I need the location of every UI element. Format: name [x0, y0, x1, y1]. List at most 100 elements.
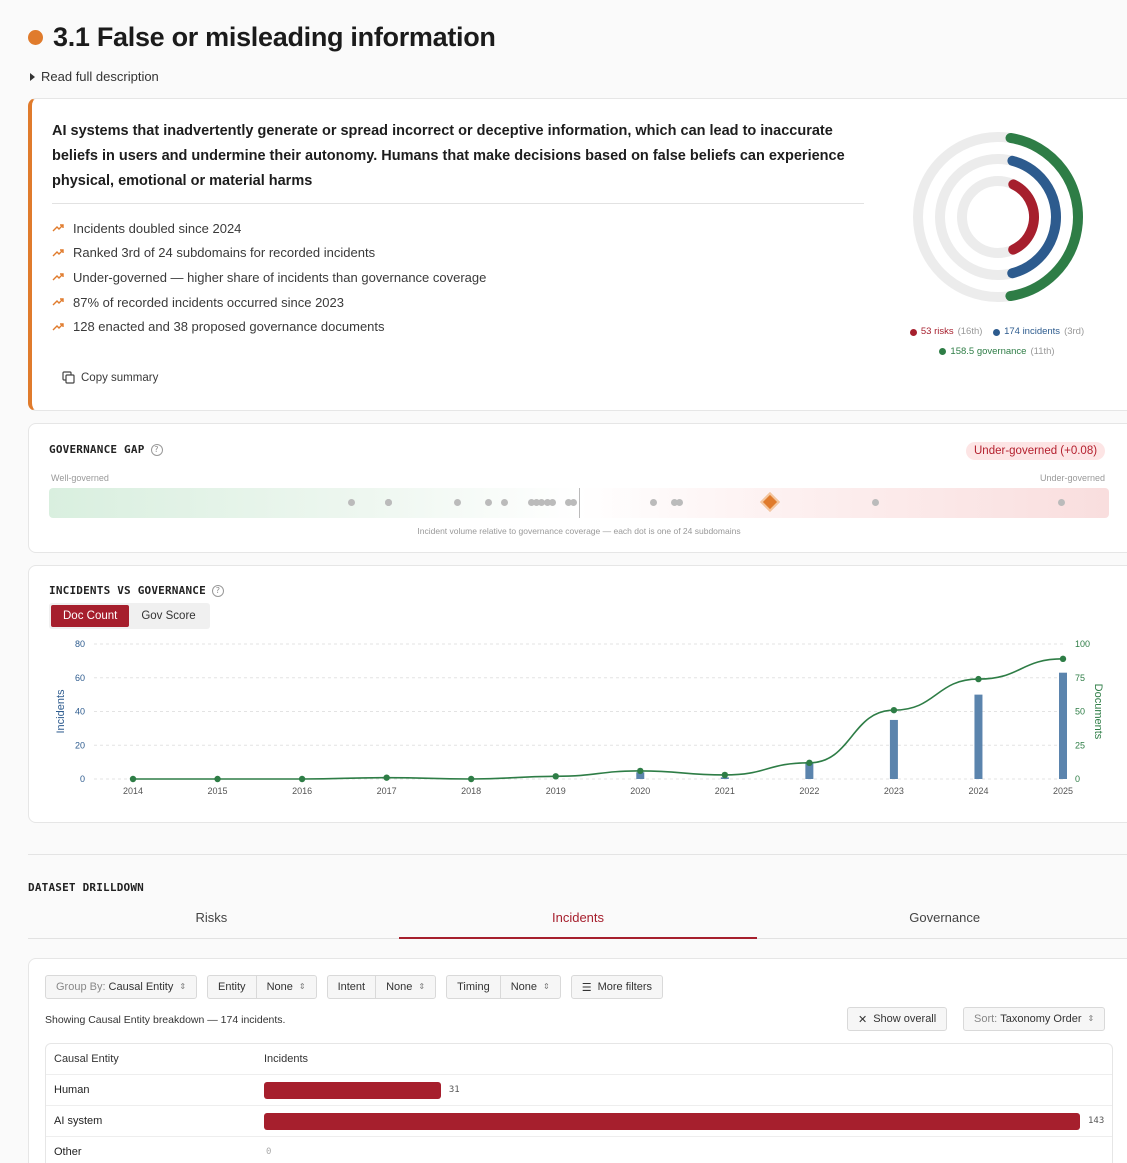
more-filters-button[interactable]: ☰ More filters [570, 975, 663, 999]
y2-tick-label: 75 [1075, 673, 1085, 683]
timing-filter[interactable]: Timing None ⇕ [446, 975, 561, 999]
row-value: 31 [448, 1085, 460, 1095]
subdomain-dot[interactable] [384, 499, 392, 506]
section-title: DATASET DRILLDOWN [28, 881, 144, 894]
doc-count-toggle[interactable]: Doc Count [51, 605, 130, 627]
y-tick-label: 40 [75, 707, 85, 717]
legend-rank: (16th) [957, 326, 983, 337]
tab-governance[interactable]: Governance [761, 903, 1127, 938]
subdomain-dot[interactable] [872, 499, 880, 506]
insight-text: 128 enacted and 38 proposed governance d… [73, 319, 385, 335]
copy-summary-button[interactable]: Copy summary [62, 371, 158, 384]
group-by-select[interactable]: Group By: Causal Entity ⇕ [45, 975, 198, 999]
trend-up-icon [52, 298, 64, 306]
documents-point [129, 775, 137, 783]
more-filters-label: More filters [597, 981, 652, 993]
copy-icon [62, 371, 75, 384]
chart-heading: INCIDENTS VS GOVERNANCE ? [49, 584, 224, 597]
list-item: Under-governed — higher share of inciden… [52, 265, 486, 290]
legend-risks: 53 risks (16th) [909, 323, 983, 341]
y-tick-label: 0 [80, 774, 85, 784]
entity-filter[interactable]: Entity None ⇕ [207, 975, 317, 999]
gap-center-line [579, 488, 580, 518]
documents-point [637, 767, 644, 775]
summary-lead: AI systems that inadvertently generate o… [52, 123, 845, 189]
filter-bar: Group By: Causal Entity ⇕ Entity None ⇕ Int… [45, 975, 663, 999]
caret-right-icon [30, 72, 35, 81]
trend-up-icon [52, 249, 64, 257]
insight-list: Incidents doubled since 2024 Ranked 3rd … [52, 216, 486, 339]
y2-axis-label: Documents [1092, 684, 1104, 740]
subdomain-dot[interactable] [676, 499, 684, 506]
table-row[interactable]: AI system 143 [46, 1106, 1112, 1137]
filter-label: Intent [337, 981, 366, 993]
subdomain-dot[interactable] [649, 499, 657, 506]
subdomain-dot[interactable] [485, 499, 493, 506]
legend-label: 174 incidents [1004, 326, 1061, 337]
summary-card: AI systems that inadvertently generate o… [28, 98, 1127, 411]
legend-dot [909, 328, 917, 336]
breakdown-summary: Showing Causal Entity breakdown — 174 in… [45, 1014, 286, 1026]
subdomain-dot[interactable] [570, 499, 578, 506]
column-header: Incidents [264, 1053, 309, 1065]
subdomain-dot[interactable] [549, 499, 556, 506]
subdomain-dot[interactable] [1057, 499, 1065, 506]
trend-up-icon [52, 273, 64, 281]
trend-up-icon [52, 224, 64, 232]
current-subdomain-marker[interactable] [759, 492, 780, 512]
group-by-prefix: Group By: [56, 981, 106, 993]
legend-dot [993, 328, 1001, 336]
incident-bar [264, 1082, 441, 1099]
tab-risks[interactable]: Risks [28, 903, 395, 938]
drilldown-card: Group By: Causal Entity ⇕ Entity None ⇕ Int… [28, 958, 1127, 1163]
x-tick-label: 2017 [377, 786, 397, 796]
tab-incidents[interactable]: Incidents [395, 903, 762, 939]
x-tick-label: 2019 [546, 786, 566, 796]
y-axis-label: Incidents [55, 689, 67, 734]
table-header: Causal Entity Incidents [46, 1044, 1112, 1075]
insight-text: Ranked 3rd of 24 subdomains for recorded… [73, 245, 376, 261]
ring-legend: 53 risks (16th) 174 incidents (3rd) 158.5 … [892, 323, 1102, 362]
trend-up-icon [52, 322, 64, 331]
subdomain-dot[interactable] [501, 499, 509, 506]
documents-point [1059, 655, 1067, 663]
section-divider [28, 854, 1127, 855]
x-tick-label: 2025 [1053, 786, 1073, 796]
help-icon[interactable]: ? [150, 443, 163, 456]
insight-text: Under-governed — higher share of inciden… [73, 269, 487, 285]
y-tick-label: 80 [75, 639, 85, 649]
list-item: Ranked 3rd of 24 subdomains for recorded… [52, 241, 486, 266]
show-overall-button[interactable]: ✕ Show overall [847, 1007, 948, 1031]
insight-text: 87% of recorded incidents occurred since… [73, 294, 344, 310]
intent-filter[interactable]: Intent None ⇕ [326, 975, 437, 999]
gov-score-toggle[interactable]: Gov Score [129, 605, 207, 627]
table-row[interactable]: Human 31 [46, 1075, 1112, 1106]
drilldown-tabs: Risks Incidents Governance [28, 903, 1127, 939]
updown-icon: ⇕ [418, 982, 426, 991]
documents-point [721, 771, 729, 779]
list-item: 128 enacted and 38 proposed governance d… [52, 314, 486, 339]
incident-bar [1059, 672, 1067, 779]
y2-tick-label: 25 [1075, 740, 1085, 750]
legend-governance: 158.5 governance (11th) [939, 343, 1055, 361]
row-label: Other [54, 1146, 82, 1158]
row-value: 143 [1088, 1116, 1105, 1126]
status-dot [28, 30, 43, 45]
y2-tick-label: 50 [1075, 707, 1085, 717]
help-icon[interactable]: ? [211, 584, 224, 597]
subdomain-dot[interactable] [347, 499, 355, 506]
section-title: GOVERNANCE GAP [49, 443, 145, 456]
legend-dot [939, 348, 947, 355]
sort-select[interactable]: Sort: Taxonomy Order ⇕ [963, 1007, 1106, 1031]
sort-prefix: Sort: [974, 1013, 998, 1025]
row-value: 0 [266, 1147, 272, 1157]
filter-value: None [386, 981, 413, 993]
documents-point [467, 775, 475, 783]
incidents-governance-chart: 0 20 40 60 80 0 25 50 75 100 Incidents Documents 201… [55, 639, 1104, 796]
read-description-toggle[interactable]: Read full description [30, 69, 159, 84]
table-row[interactable]: Other 0 [46, 1137, 1112, 1163]
subdomain-dot[interactable] [453, 499, 461, 506]
list-item: 87% of recorded incidents occurred since… [52, 290, 486, 315]
legend-rank: (3rd) [1064, 326, 1085, 337]
row-label: Human [54, 1084, 90, 1096]
